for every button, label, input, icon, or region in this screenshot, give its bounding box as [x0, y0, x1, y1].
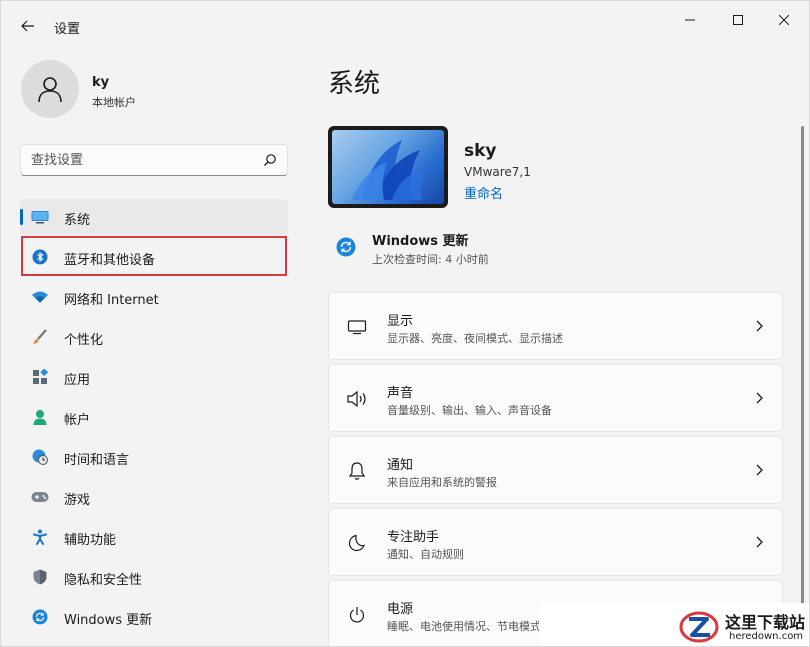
- app-title: 设置: [54, 22, 81, 37]
- settings-card-notifications[interactable]: 通知 来自应用和系统的警报: [328, 436, 783, 504]
- sidebar-item-windows-update[interactable]: Windows 更新: [20, 599, 288, 635]
- highlight-box: [21, 236, 287, 276]
- sidebar-item-label: 个性化: [64, 333, 104, 348]
- windows-update-title[interactable]: Windows 更新: [372, 230, 469, 249]
- windows-update-status: 上次检查时间: 4 小时前: [372, 253, 489, 266]
- moon-icon: [346, 533, 368, 553]
- card-title: 电源: [387, 602, 414, 617]
- shield-icon: [31, 569, 49, 585]
- speaker-icon: [346, 389, 368, 409]
- sidebar-item-label: 时间和语言: [64, 453, 130, 468]
- user-account-type: 本地帐户: [92, 96, 136, 109]
- sidebar-item-privacy-security[interactable]: 隐私和安全性: [20, 559, 288, 595]
- sidebar-item-label: 帐户: [64, 413, 91, 428]
- card-description: 来自应用和系统的警报: [387, 476, 497, 489]
- chevron-right-icon: [756, 464, 763, 476]
- sidebar-item-label: 系统: [64, 213, 91, 228]
- chevron-right-icon: [756, 536, 763, 548]
- search-box: [20, 144, 288, 176]
- sidebar-item-time-language[interactable]: 时间和语言: [20, 439, 288, 475]
- windows-update-icon: [31, 609, 49, 625]
- device-name: sky: [464, 141, 497, 161]
- account-icon: [31, 409, 49, 425]
- sidebar-item-accessibility[interactable]: 辅助功能: [20, 519, 288, 555]
- sidebar-item-label: 网络和 Internet: [64, 293, 159, 308]
- card-title: 声音: [387, 386, 414, 401]
- active-indicator: [20, 209, 23, 225]
- settings-card-focus-assist[interactable]: 专注助手 通知、自动规则: [328, 508, 783, 576]
- close-icon: [779, 15, 789, 25]
- wallpaper-image: [332, 130, 444, 204]
- arrow-left-icon: [21, 20, 34, 32]
- settings-window: 设置 ky 本地帐户 系统: [0, 0, 810, 647]
- card-description: 显示器、亮度、夜间模式、显示描述: [387, 332, 563, 345]
- sidebar-item-gaming[interactable]: 游戏: [20, 479, 288, 515]
- scrollbar[interactable]: [801, 126, 804, 646]
- settings-card-display[interactable]: 显示 显示器、亮度、夜间模式、显示描述: [328, 292, 783, 360]
- chevron-right-icon: [756, 392, 763, 404]
- sidebar-item-label: 游戏: [64, 493, 91, 508]
- user-name: ky: [92, 75, 110, 90]
- sidebar-item-personalization[interactable]: 个性化: [20, 319, 288, 355]
- sidebar-item-label: 隐私和安全性: [64, 573, 143, 588]
- sidebar-item-label: 应用: [64, 373, 91, 388]
- sidebar-item-label: 辅助功能: [64, 533, 117, 548]
- settings-card-sound[interactable]: 声音 音量级别、输出、输入、声音设备: [328, 364, 783, 432]
- bell-icon: [346, 461, 368, 481]
- maximize-button[interactable]: [715, 7, 761, 33]
- sidebar-item-system[interactable]: 系统: [20, 199, 288, 235]
- watermark: 这里下载站 heredown.com: [539, 603, 809, 646]
- title-bar: 设置: [1, 1, 809, 49]
- card-description: 音量级别、输出、输入、声音设备: [387, 404, 552, 417]
- avatar[interactable]: [21, 60, 79, 118]
- card-title: 通知: [387, 458, 414, 473]
- power-icon: [346, 605, 368, 625]
- search-input[interactable]: [31, 150, 251, 170]
- watermark-text: 这里下载站: [725, 613, 806, 632]
- accessibility-icon: [31, 529, 49, 545]
- windows-update-icon[interactable]: [336, 237, 356, 257]
- rename-link[interactable]: 重命名: [464, 183, 503, 202]
- wifi-icon: [31, 289, 49, 305]
- sidebar-item-label: Windows 更新: [64, 613, 153, 628]
- sidebar-item-network[interactable]: 网络和 Internet: [20, 279, 288, 315]
- card-title: 显示: [387, 314, 414, 329]
- apps-icon: [31, 369, 49, 385]
- person-icon: [38, 77, 62, 103]
- page-title: 系统: [328, 69, 381, 99]
- card-description: 通知、自动规则: [387, 548, 464, 561]
- device-model: VMware7,1: [464, 165, 531, 179]
- maximize-icon: [733, 15, 743, 25]
- search-icon[interactable]: [263, 153, 277, 167]
- minimize-icon: [685, 19, 695, 21]
- back-button[interactable]: [15, 13, 41, 39]
- chevron-right-icon: [756, 320, 763, 332]
- watermark-logo-icon: [679, 611, 719, 643]
- device-thumbnail: [328, 126, 448, 208]
- monitor-icon: [31, 209, 49, 225]
- display-icon: [346, 317, 368, 337]
- card-title: 专注助手: [387, 530, 440, 545]
- sidebar-item-apps[interactable]: 应用: [20, 359, 288, 395]
- sidebar-item-accounts[interactable]: 帐户: [20, 399, 288, 435]
- minimize-button[interactable]: [667, 7, 713, 33]
- card-description: 睡眠、电池使用情况、节电模式: [387, 620, 541, 633]
- watermark-url: heredown.com: [729, 631, 804, 642]
- gamepad-icon: [31, 489, 49, 505]
- close-button[interactable]: [761, 7, 807, 33]
- globe-clock-icon: [31, 449, 49, 465]
- brush-icon: [31, 329, 49, 345]
